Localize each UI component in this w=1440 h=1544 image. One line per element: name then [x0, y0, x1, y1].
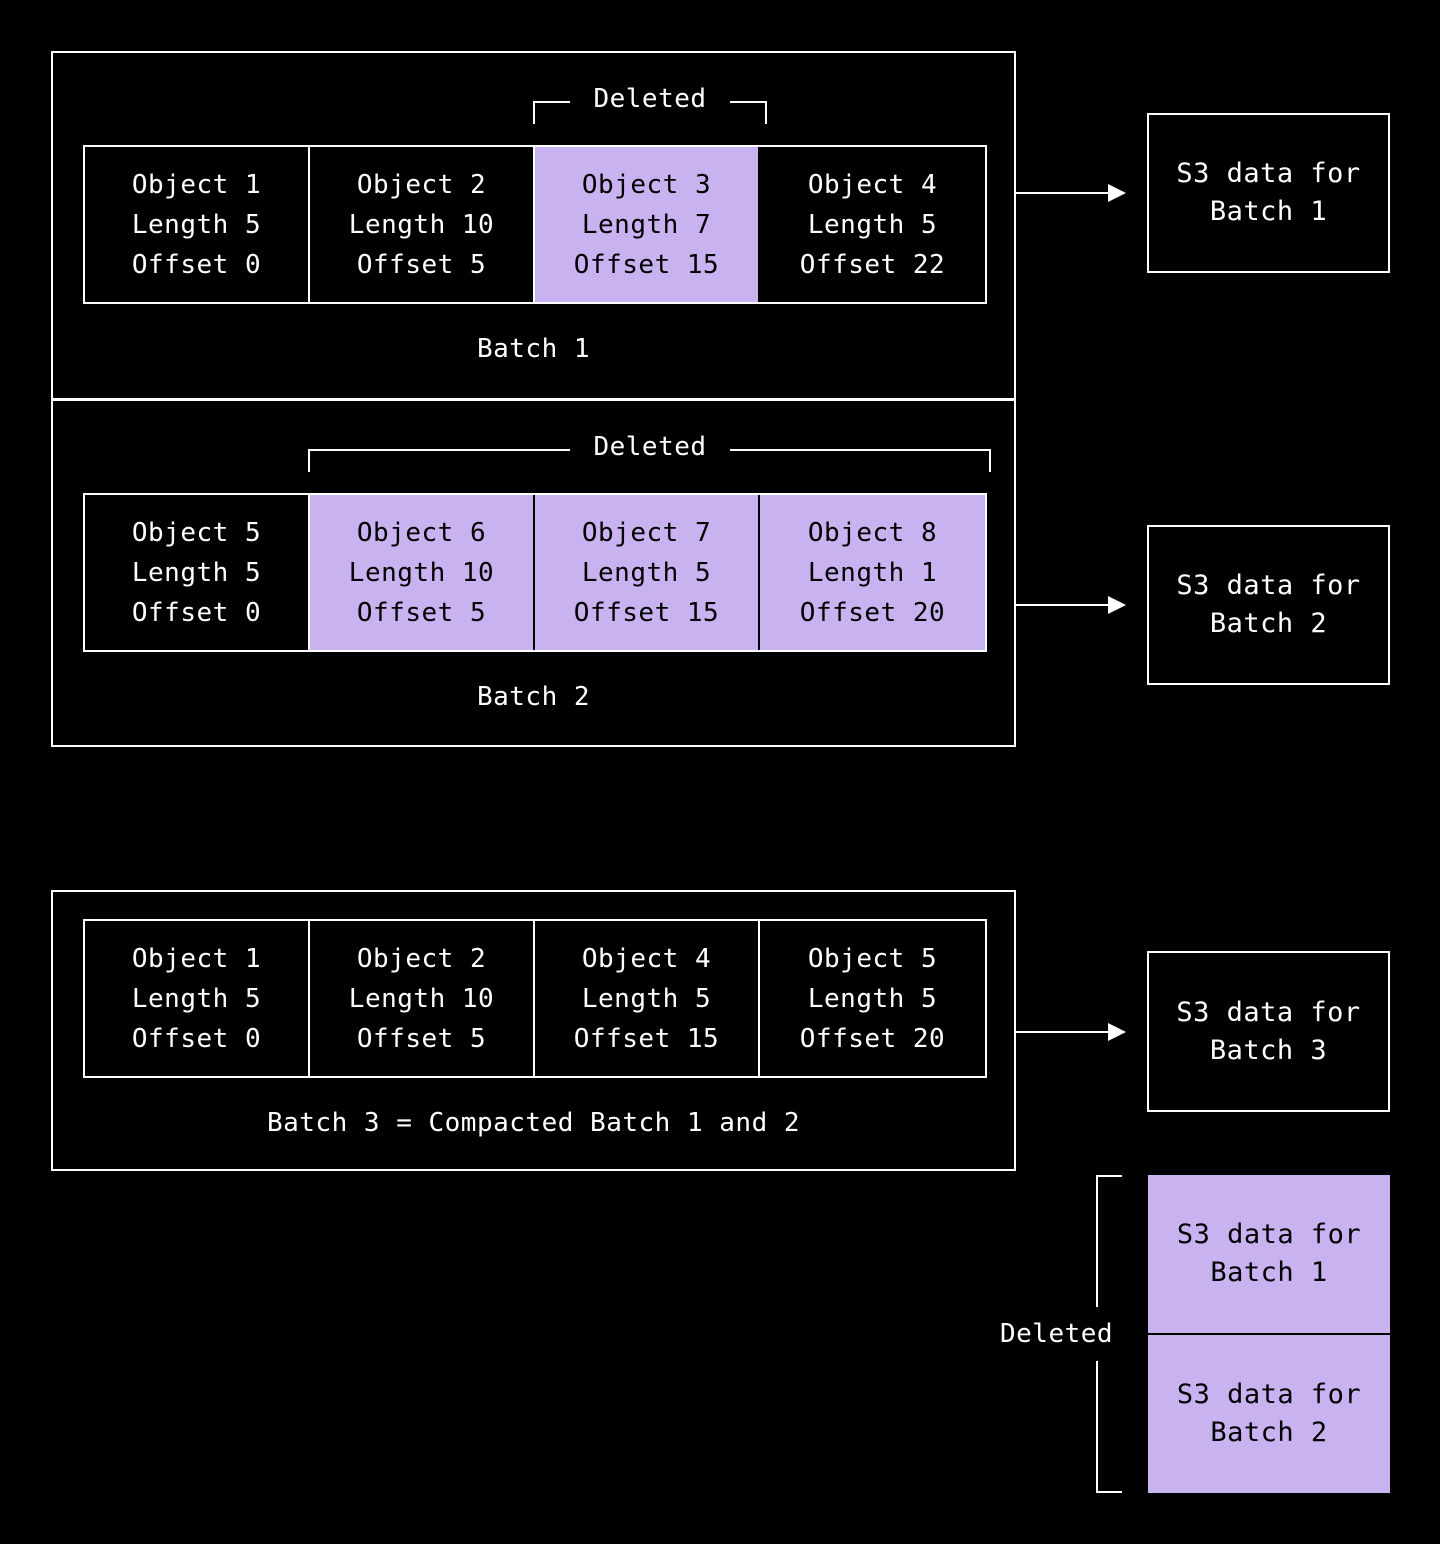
- object-cell-deleted[interactable]: Object 7 Length 5 Offset 15: [535, 495, 760, 650]
- deleted-label: Deleted: [1000, 1319, 1114, 1349]
- object-length: Length 10: [348, 209, 495, 240]
- object-name: Object 2: [356, 169, 487, 200]
- object-length: Length 10: [348, 983, 495, 1014]
- s3-box-line-1: S3 data for: [1176, 1219, 1362, 1250]
- object-offset: Offset 5: [356, 597, 487, 628]
- object-offset: Offset 15: [573, 1023, 720, 1054]
- bracket-tick-left: [533, 101, 535, 124]
- arrow-shaft: [1016, 604, 1109, 606]
- bracket-segment-right: [730, 101, 767, 103]
- s3-data-box-deleted-batch-2[interactable]: S3 data for Batch 2: [1148, 1335, 1390, 1493]
- s3-box-line-2: Batch 3: [1209, 1034, 1328, 1066]
- s3-data-box-batch-3[interactable]: S3 data for Batch 3: [1147, 951, 1390, 1112]
- object-name: Object 3: [581, 169, 712, 200]
- arrow-head-icon: [1108, 184, 1126, 202]
- arrow-shaft: [1016, 1031, 1109, 1033]
- object-length: Length 5: [807, 983, 938, 1014]
- s3-box-line-2: Batch 1: [1209, 196, 1328, 227]
- object-name: Object 1: [131, 169, 262, 200]
- object-name: Object 4: [807, 169, 938, 200]
- object-cell-deleted[interactable]: Object 6 Length 10 Offset 5: [310, 495, 535, 650]
- object-offset: Offset 5: [356, 249, 487, 280]
- object-offset: Offset 15: [573, 597, 720, 628]
- object-name: Object 4: [581, 943, 712, 974]
- object-offset: Offset 20: [799, 1023, 946, 1054]
- deleted-label: Deleted: [593, 84, 707, 114]
- object-cell[interactable]: Object 2 Length 10 Offset 5: [310, 921, 535, 1076]
- bracket-tick-right: [765, 101, 767, 124]
- s3-box-line-2: Batch 1: [1210, 1257, 1328, 1288]
- arrow-batch-3-to-s3: [1016, 1022, 1126, 1042]
- arrow-head-icon: [1108, 596, 1126, 614]
- object-cell[interactable]: Object 5 Length 5 Offset 20: [760, 921, 985, 1076]
- object-length: Length 5: [581, 983, 712, 1014]
- batch-1-deleted-bracket: Deleted: [533, 80, 767, 124]
- object-name: Object 1: [131, 943, 262, 974]
- object-length: Length 10: [348, 557, 495, 588]
- object-name: Object 6: [356, 517, 487, 548]
- arrow-batch-2-to-s3: [1016, 595, 1126, 615]
- bracket-segment-left: [308, 449, 570, 451]
- bracket-tick-bottom: [1096, 1491, 1122, 1493]
- batch-3-caption: Batch 3 = Compacted Batch 1 and 2: [266, 1108, 801, 1138]
- s3-data-box-batch-2[interactable]: S3 data for Batch 2: [1147, 525, 1390, 685]
- object-cell[interactable]: Object 4 Length 5 Offset 22: [760, 147, 985, 302]
- object-length: Length 5: [131, 557, 262, 588]
- object-offset: Offset 20: [799, 597, 946, 628]
- s3-box-line-1: S3 data for: [1176, 1379, 1362, 1410]
- batch-3-object-row: Object 1 Length 5 Offset 0 Object 2 Leng…: [83, 919, 987, 1078]
- object-length: Length 5: [807, 209, 938, 240]
- batch-2-deleted-bracket: Deleted: [308, 428, 991, 472]
- batch-2-caption: Batch 2: [476, 682, 591, 712]
- object-name: Object 5: [131, 517, 262, 548]
- object-name: Object 5: [807, 943, 938, 974]
- object-offset: Offset 5: [356, 1023, 487, 1054]
- bracket-segment-bottom: [1096, 1361, 1098, 1493]
- arrow-shaft: [1016, 192, 1109, 194]
- diagram-canvas: Deleted Object 1 Length 5 Offset 0 Objec…: [0, 0, 1440, 1544]
- s3-data-box-deleted-batch-1[interactable]: S3 data for Batch 1: [1148, 1175, 1390, 1335]
- arrow-head-icon: [1108, 1023, 1126, 1041]
- object-cell[interactable]: Object 1 Length 5 Offset 0: [85, 147, 310, 302]
- s3-data-box-batch-1[interactable]: S3 data for Batch 1: [1147, 113, 1390, 273]
- bracket-tick-right: [989, 449, 991, 472]
- s3-box-line-2: Batch 2: [1210, 1417, 1328, 1448]
- bracket-segment-right: [730, 449, 991, 451]
- object-length: Length 7: [581, 209, 712, 240]
- deleted-label: Deleted: [593, 432, 707, 462]
- object-offset: Offset 0: [131, 1023, 262, 1054]
- object-cell[interactable]: Object 4 Length 5 Offset 15: [535, 921, 760, 1076]
- batch-1-object-row: Object 1 Length 5 Offset 0 Object 2 Leng…: [83, 145, 987, 304]
- bracket-segment-left: [533, 101, 570, 103]
- s3-box-line-1: S3 data for: [1176, 996, 1361, 1028]
- object-cell-deleted[interactable]: Object 3 Length 7 Offset 15: [535, 147, 760, 302]
- s3-box-line-1: S3 data for: [1176, 158, 1361, 189]
- object-name: Object 8: [807, 517, 938, 548]
- object-length: Length 5: [581, 557, 712, 588]
- object-cell[interactable]: Object 2 Length 10 Offset 5: [310, 147, 535, 302]
- object-length: Length 1: [807, 557, 938, 588]
- bracket-tick-top: [1096, 1175, 1122, 1177]
- batch-2-object-row: Object 5 Length 5 Offset 0 Object 6 Leng…: [83, 493, 987, 652]
- batch-1-caption: Batch 1: [476, 334, 591, 364]
- arrow-batch-1-to-s3: [1016, 183, 1126, 203]
- object-offset: Offset 22: [799, 249, 946, 280]
- object-cell-deleted[interactable]: Object 8 Length 1 Offset 20: [760, 495, 985, 650]
- object-name: Object 2: [356, 943, 487, 974]
- object-name: Object 7: [581, 517, 712, 548]
- s3-box-line-1: S3 data for: [1176, 570, 1361, 601]
- bracket-segment-top: [1096, 1175, 1098, 1307]
- object-offset: Offset 15: [573, 249, 720, 280]
- s3-box-line-2: Batch 2: [1209, 608, 1328, 639]
- object-cell[interactable]: Object 1 Length 5 Offset 0: [85, 921, 310, 1076]
- bracket-tick-left: [308, 449, 310, 472]
- object-cell[interactable]: Object 5 Length 5 Offset 0: [85, 495, 310, 650]
- object-length: Length 5: [131, 209, 262, 240]
- object-length: Length 5: [131, 983, 262, 1014]
- object-offset: Offset 0: [131, 597, 262, 628]
- object-offset: Offset 0: [131, 249, 262, 280]
